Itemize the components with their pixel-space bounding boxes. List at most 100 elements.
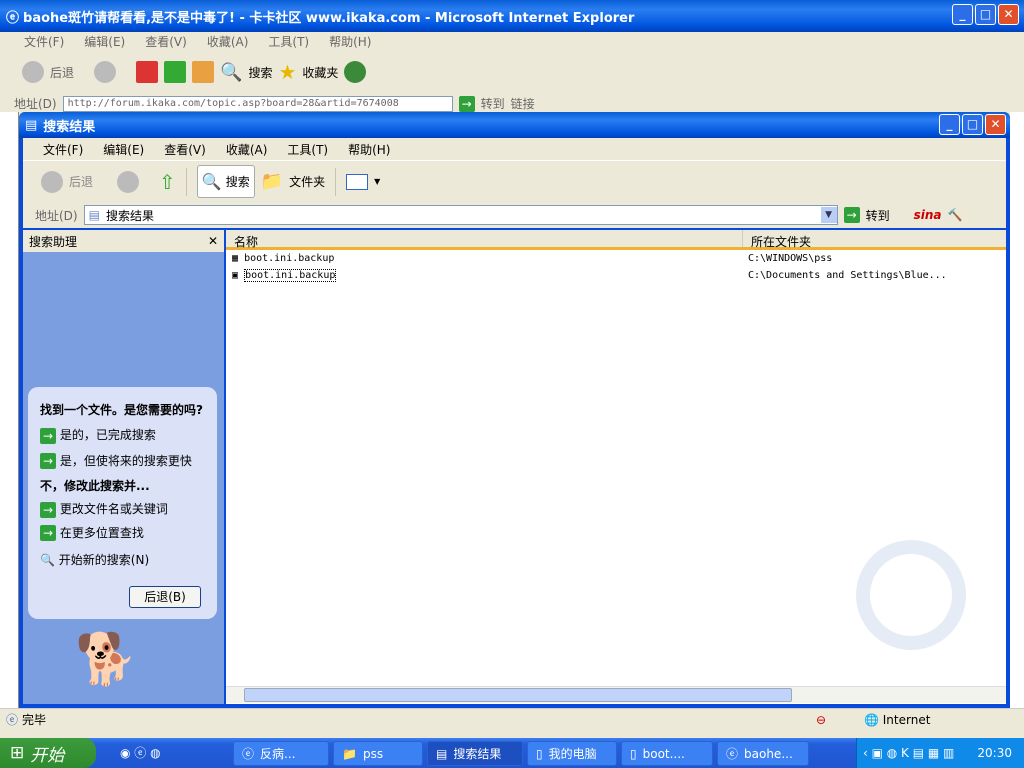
home-icon[interactable] bbox=[192, 61, 215, 83]
ie-search-button[interactable]: 搜索 bbox=[248, 64, 272, 81]
ie-menu-favorites[interactable]: 收藏(A) bbox=[197, 33, 259, 50]
tools-icon[interactable]: 🔨 bbox=[948, 208, 963, 222]
folder-icon: 📁 bbox=[342, 746, 357, 761]
search-dog-icon[interactable]: 🐕 bbox=[75, 630, 137, 689]
ie-menu-edit[interactable]: 编辑(E) bbox=[74, 33, 135, 50]
address-value: 搜索结果 bbox=[105, 208, 154, 223]
column-name[interactable]: 名称 bbox=[226, 230, 742, 249]
quicklaunch-icons[interactable]: ◉ ⓔ ◍ bbox=[120, 744, 161, 761]
assistant-back-button[interactable]: 后退(B) bbox=[129, 586, 201, 608]
forward-icon[interactable] bbox=[94, 61, 117, 83]
back-icon[interactable] bbox=[22, 61, 44, 83]
folders-icon[interactable]: 📁 bbox=[261, 171, 283, 192]
menu-view[interactable]: 查看(V) bbox=[154, 141, 216, 158]
popup-blocked-icon[interactable]: ⊖ bbox=[816, 713, 826, 727]
ie-back-button[interactable]: 后退 bbox=[50, 64, 74, 81]
option-label: 是的，已完成搜索 bbox=[59, 428, 156, 442]
folders-button[interactable]: 文件夹 bbox=[289, 173, 325, 190]
task-button[interactable]: ▯ 我的电脑 bbox=[527, 741, 617, 766]
system-tray: ‹ ▣ ◍ K ▤ ▦ ▥ 20:30 bbox=[856, 738, 1024, 768]
assistant-question: 找到一个文件。是您需要的吗? bbox=[40, 403, 203, 417]
tray-icons[interactable]: ‹ ▣ ◍ K ▤ ▦ ▥ bbox=[857, 746, 954, 760]
ie-favorites-button[interactable]: 收藏夹 bbox=[302, 64, 338, 81]
option-label: 更改文件名或关键词 bbox=[59, 502, 168, 516]
stop-icon[interactable] bbox=[136, 61, 159, 83]
task-button[interactable]: 📁 pss bbox=[333, 741, 423, 766]
search-icon[interactable]: 🔍 bbox=[220, 62, 242, 83]
explorer-close-button[interactable]: ✕ bbox=[985, 114, 1006, 135]
explorer-toolbar: 后退 ⇧ 🔍 搜索 📁 文件夹 ▼ bbox=[23, 160, 1006, 202]
ie-menu-bar: 文件(F) 编辑(E) 查看(V) 收藏(A) 工具(T) 帮助(H) bbox=[14, 32, 382, 50]
internet-zone: 🌐 Internet bbox=[864, 712, 931, 727]
ie-icon: ⓔ bbox=[6, 10, 20, 26]
no-heading: 不，修改此搜索并... bbox=[40, 479, 150, 493]
favorites-icon[interactable]: ★ bbox=[278, 60, 296, 84]
go-button[interactable]: 转到 bbox=[866, 207, 890, 224]
ie-address-input[interactable]: http://forum.ikaka.com/topic.asp?board=2… bbox=[62, 95, 453, 112]
search-button[interactable]: 🔍 搜索 bbox=[196, 165, 255, 198]
maximize-button[interactable]: □ bbox=[975, 4, 996, 25]
option-new-search[interactable]: 🔍 开始新的搜索(N) bbox=[40, 551, 205, 568]
go-icon[interactable]: → bbox=[843, 207, 860, 223]
task-button[interactable]: ▯ boot.... bbox=[621, 741, 713, 766]
ie-menu-help[interactable]: 帮助(H) bbox=[319, 33, 381, 50]
ie-go-button[interactable]: 转到 bbox=[481, 95, 505, 112]
close-button[interactable]: ✕ bbox=[998, 4, 1019, 25]
option-yes-faster[interactable]: → 是，但使将来的搜索更快 bbox=[40, 452, 205, 469]
column-folder[interactable]: 所在文件夹 bbox=[742, 230, 954, 249]
back-button[interactable]: 后退 bbox=[69, 173, 93, 190]
start-button[interactable]: ⊞ 开始 bbox=[0, 738, 96, 768]
back-icon[interactable] bbox=[41, 170, 63, 193]
task-button[interactable]: ⓔ baohe... bbox=[717, 741, 809, 766]
menu-file[interactable]: 文件(F) bbox=[33, 141, 93, 158]
menu-favorites[interactable]: 收藏(A) bbox=[216, 141, 278, 158]
option-yes-done[interactable]: → 是的，已完成搜索 bbox=[40, 426, 205, 444]
explorer-address-bar: 地址(D) ▤ 搜索结果 ▼ → 转到 sina 🔨 bbox=[23, 202, 1006, 228]
task-label: 反病... bbox=[260, 747, 296, 761]
arrow-icon: → bbox=[40, 427, 56, 444]
explorer-title: 搜索结果 bbox=[43, 119, 96, 135]
task-button-active[interactable]: ▤ 搜索结果 bbox=[427, 741, 523, 766]
address-input[interactable]: ▤ 搜索结果 ▼ bbox=[83, 205, 838, 225]
scrollbar-thumb[interactable] bbox=[244, 688, 792, 702]
ie-menu-file[interactable]: 文件(F) bbox=[14, 33, 74, 50]
ie-toolbar: 后退 🔍 搜索 ★ 收藏夹 bbox=[14, 55, 367, 89]
minimize-button[interactable]: _ bbox=[952, 4, 973, 25]
menu-help[interactable]: 帮助(H) bbox=[338, 141, 400, 158]
explorer-minimize-button[interactable]: _ bbox=[939, 114, 960, 135]
address-dropdown-icon[interactable]: ▼ bbox=[820, 207, 837, 223]
option-label: 在更多位置查找 bbox=[59, 525, 144, 540]
ie-title-bar: ⓔ baohe斑竹请帮看看,是不是中毒了! - 卡卡社区 www.ikaka.co… bbox=[0, 0, 1024, 32]
file-row[interactable]: ▣ boot.ini.backup C:\Documents and Settin… bbox=[226, 267, 1006, 284]
search-label: 搜索 bbox=[225, 175, 250, 189]
status-text: 完毕 bbox=[22, 713, 47, 727]
ie-menu-view[interactable]: 查看(V) bbox=[135, 33, 197, 50]
column-headers: 名称 所在文件夹 bbox=[226, 230, 1006, 250]
refresh-icon[interactable] bbox=[164, 61, 187, 83]
views-icon[interactable] bbox=[346, 173, 369, 190]
menu-tools[interactable]: 工具(T) bbox=[277, 141, 338, 158]
history-icon[interactable] bbox=[344, 61, 367, 83]
sina-icon[interactable]: sina bbox=[914, 208, 942, 222]
file-name: boot.ini.backup bbox=[244, 269, 337, 282]
menu-edit[interactable]: 编辑(E) bbox=[93, 141, 154, 158]
option-change-name[interactable]: → 更改文件名或关键词 bbox=[40, 500, 205, 518]
ie-menu-tools[interactable]: 工具(T) bbox=[258, 33, 319, 50]
address-label: 地址(D) bbox=[35, 208, 78, 223]
go-icon[interactable]: → bbox=[458, 95, 475, 112]
search-icon: ▤ bbox=[436, 746, 448, 761]
up-folder-icon[interactable]: ⇧ bbox=[159, 170, 176, 194]
task-label: 我的电脑 bbox=[548, 747, 597, 761]
option-more-locations[interactable]: → 在更多位置查找 bbox=[40, 524, 205, 541]
horizontal-scrollbar[interactable] bbox=[226, 686, 1006, 703]
task-label: boot.... bbox=[642, 746, 685, 761]
search-assistant-pane: 搜索助理 ✕ 找到一个文件。是您需要的吗? → 是的，已完成搜索 → 是，但使将来… bbox=[23, 230, 224, 704]
close-pane-icon[interactable]: ✕ bbox=[208, 234, 218, 248]
file-row[interactable]: ▦ boot.ini.backup C:\WINDOWS\pss bbox=[226, 250, 1006, 267]
computer-icon: ▯ bbox=[536, 746, 543, 761]
task-button[interactable]: ⓔ 反病... bbox=[233, 741, 329, 766]
forward-icon[interactable] bbox=[117, 170, 140, 193]
ie-links-button[interactable]: 链接 bbox=[511, 95, 535, 112]
explorer-maximize-button[interactable]: □ bbox=[962, 114, 983, 135]
arrow-icon: → bbox=[40, 453, 56, 469]
